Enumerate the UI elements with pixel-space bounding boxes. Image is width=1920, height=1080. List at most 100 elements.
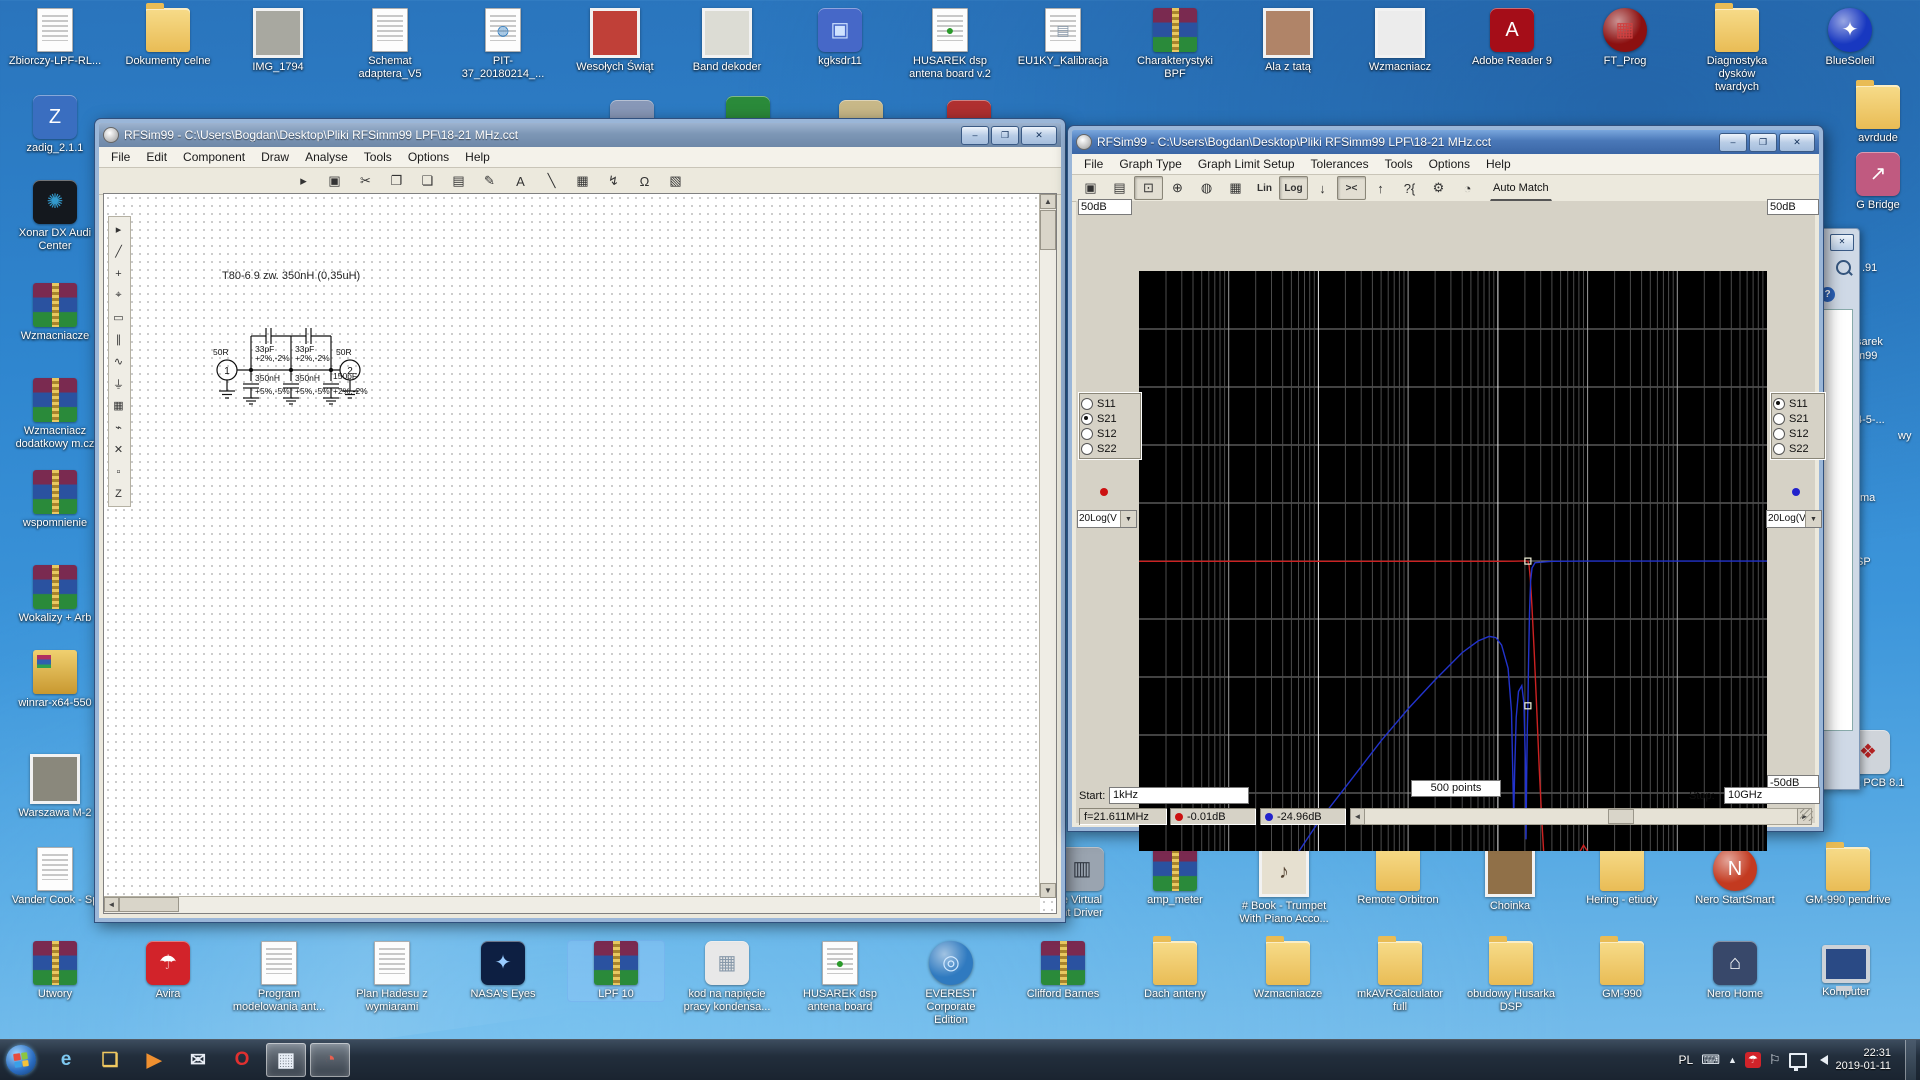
s-parameter-radio[interactable]: S11 (1773, 396, 1823, 411)
s-parameter-radio[interactable]: S21 (1773, 411, 1823, 426)
desktop-icon[interactable]: ✦ BlueSoleil (1802, 8, 1898, 68)
desktop-icon[interactable]: Program modelowania ant... (231, 941, 327, 1014)
desktop-icon[interactable]: Dach anteny (1127, 941, 1223, 1001)
scroll-down-icon[interactable]: ▼ (1040, 883, 1056, 898)
language-indicator[interactable]: PL (1679, 1053, 1694, 1067)
menu-item[interactable]: Component (175, 148, 253, 166)
toolbar-button-copy[interactable]: ❐ (382, 169, 411, 193)
desktop-icon[interactable]: Z zadig_2.1.1 (7, 95, 103, 155)
menu-item[interactable]: Options (400, 148, 457, 166)
network-icon[interactable] (1789, 1053, 1807, 1068)
toolbar-button-draw[interactable]: ✎ (475, 169, 504, 193)
desktop-icon[interactable]: ▦ kod na napięcie pracy kondensa... (679, 941, 775, 1014)
desktop-icon[interactable]: LPF 10 (568, 941, 664, 1001)
desktop-icon[interactable]: ⌂ Nero Home (1687, 941, 1783, 1001)
desktop-icon[interactable]: wspomnienie (7, 470, 103, 530)
toolbar-button-line[interactable]: ╲ (537, 169, 566, 193)
menu-item[interactable]: Tools (356, 148, 400, 166)
desktop-icon[interactable]: Remote Orbitron (1350, 847, 1446, 907)
desktop-icon[interactable]: Vander Cook - Sp (7, 847, 103, 907)
resize-grip[interactable] (1800, 808, 1813, 821)
desktop-icon[interactable]: GM-990 (1574, 941, 1670, 1001)
start-frequency-input[interactable]: 1kHz (1109, 787, 1249, 804)
desktop-icon[interactable]: winrar-x64-550 (7, 650, 103, 710)
desktop-icon[interactable]: Utwory (7, 941, 103, 1001)
toolbar-button-rectangular-plot[interactable]: ⊡ (1134, 176, 1163, 200)
s-parameter-radio[interactable]: S22 (1081, 441, 1139, 456)
desktop-icon[interactable]: ☂ Avira (120, 941, 216, 1001)
tool-button-ground[interactable]: ⏚ (109, 373, 128, 394)
toolbar-button-log-scale[interactable]: Log (1279, 176, 1308, 200)
tool-button-block[interactable]: ▦ (109, 395, 128, 416)
taskbar-app-button-internet-explorer[interactable]: e (46, 1043, 86, 1077)
toolbar-button-save-graph[interactable]: ▣ (1076, 176, 1105, 200)
tool-button-inductor[interactable]: ∿ (109, 351, 128, 372)
desktop-icon[interactable]: ♪ # Book - Trumpet With Piano Acco... (1236, 847, 1332, 926)
tool-button-source[interactable]: ⌁ (109, 417, 128, 438)
toolbar-button-text[interactable]: A (506, 169, 535, 193)
desktop-icon[interactable]: Band dekoder (679, 8, 775, 74)
desktop-icon[interactable]: ▣ kgksdr11 (792, 8, 888, 68)
menu-item[interactable]: Graph Limit Setup (1190, 155, 1303, 173)
close-button[interactable]: ✕ (1021, 126, 1057, 145)
toolbar-button-impedance[interactable]: Ω (630, 169, 659, 193)
toolbar-button-pointer[interactable]: ◔ (1453, 176, 1482, 200)
tool-button-resistor[interactable]: ▭ (109, 307, 128, 328)
chevron-down-icon[interactable]: ▼ (1120, 511, 1136, 527)
desktop-icon[interactable]: Wzmacniacze (7, 283, 103, 343)
tray-expand-icon[interactable]: ▲ (1728, 1055, 1737, 1065)
schematic-canvas[interactable]: ▸╱+⌖▭∥∿⏚▦⌁✕▫Z T80-6 9 zw. 350nH (0,35uH)… (103, 193, 1057, 914)
desktop-icon[interactable]: ▦ FT_Prog (1577, 8, 1673, 68)
tool-button-zoom-out[interactable]: Z (109, 483, 128, 504)
desktop-icon[interactable]: Dokumenty celne (120, 8, 216, 68)
start-button[interactable] (6, 1045, 36, 1075)
right-format-dropdown[interactable]: 20Log(V ▼ (1766, 510, 1822, 528)
menu-item[interactable]: Help (457, 148, 498, 166)
desktop-icon[interactable]: ↗ G Bridge (1830, 152, 1920, 212)
toolbar-button-scale-up[interactable]: ↑ (1366, 176, 1395, 200)
graph-title-bar[interactable]: RFSim99 - C:\Users\Bogdan\Desktop\Pliki … (1072, 130, 1819, 154)
desktop-icon[interactable]: obudowy Husarka DSP (1463, 941, 1559, 1014)
toolbar-button-print[interactable]: ▤ (444, 169, 473, 193)
close-button[interactable]: ✕ (1779, 133, 1815, 152)
toolbar-button-save[interactable]: ▣ (320, 169, 349, 193)
maximize-button[interactable]: ❐ (1749, 133, 1777, 152)
s-parameter-radio[interactable]: S12 (1773, 426, 1823, 441)
toolbar-button-calculator[interactable]: ▦ (568, 169, 597, 193)
s-parameter-radio[interactable]: S22 (1773, 441, 1823, 456)
minimize-button[interactable]: – (961, 126, 989, 145)
taskbar-app-button-rfsim99-schematic[interactable]: ▦ (266, 1043, 306, 1077)
scroll-left-icon[interactable]: ◄ (104, 897, 119, 912)
toolbar-button-print-graph[interactable]: ▤ (1105, 176, 1134, 200)
minimize-button[interactable]: – (1719, 133, 1747, 152)
tool-button-junction[interactable]: + (109, 263, 128, 284)
desktop-icon[interactable]: Choinka (1462, 847, 1558, 913)
s-parameter-radio[interactable]: S21 (1081, 411, 1139, 426)
taskbar-app-button-rfsim99-graph[interactable]: ◔ (310, 1043, 350, 1077)
menu-item[interactable]: Analyse (297, 148, 356, 166)
taskbar-app-button-mail[interactable]: ✉ (178, 1043, 218, 1077)
keyboard-icon[interactable]: ⌨ (1701, 1052, 1720, 1068)
desktop-icon[interactable]: IMG_1794 (230, 8, 326, 74)
marker-scrollbar[interactable]: ◄ ► (1350, 808, 1812, 825)
menu-item[interactable]: Options (1421, 155, 1478, 173)
volume-icon[interactable] (1815, 1055, 1828, 1065)
desktop-icon[interactable]: Wzmacniacze (1240, 941, 1336, 1001)
show-desktop-button[interactable] (1905, 1040, 1916, 1080)
desktop-icon[interactable]: avrdude (1830, 85, 1920, 145)
avira-tray-icon[interactable]: ☂ (1745, 1052, 1761, 1068)
desktop-icon[interactable]: Schemat adaptera_V5 (342, 8, 438, 81)
menu-item[interactable]: File (1076, 155, 1111, 173)
toolbar-button-tolerances[interactable]: ⚙ (1424, 176, 1453, 200)
toolbar-button-zoom-fit[interactable]: >< (1337, 176, 1366, 200)
desktop-icon[interactable]: ✺ Xonar DX Audi Center (7, 180, 103, 253)
s-parameter-radio[interactable]: S12 (1081, 426, 1139, 441)
desktop-icon[interactable]: Wzmacniacz (1352, 8, 1448, 74)
left-format-dropdown[interactable]: 20Log(V ▼ (1077, 510, 1137, 528)
tool-button-zoom[interactable]: ⌖ (109, 285, 128, 306)
maximize-button[interactable]: ❐ (991, 126, 1019, 145)
toolbar-button-probe[interactable]: ↯ (599, 169, 628, 193)
toolbar-button-smith-chart[interactable]: ⊕ (1163, 176, 1192, 200)
s-parameter-radio[interactable]: S11 (1081, 396, 1139, 411)
menu-item[interactable]: Tolerances (1303, 155, 1377, 173)
